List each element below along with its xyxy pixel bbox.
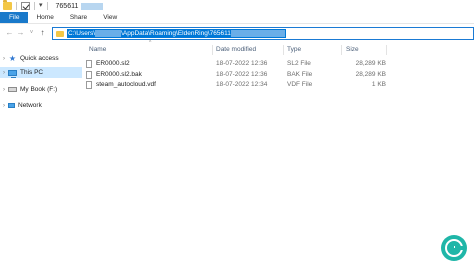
title-separator	[46, 2, 48, 10]
redacted-steam-id	[230, 30, 285, 37]
column-divider[interactable]	[283, 45, 284, 55]
watermark-logo	[441, 235, 467, 261]
file-icon	[86, 81, 92, 89]
sidebar-item-label: Quick access	[20, 55, 59, 62]
file-name: steam_autocloud.vdf	[96, 81, 156, 88]
column-header-date-modified[interactable]: Date modified	[216, 45, 256, 55]
ribbon-tabs: File Home Share View	[0, 12, 474, 24]
column-divider[interactable]	[212, 45, 213, 55]
file-date: 18-07-2022 12:36	[216, 71, 268, 78]
sidebar-item-quick-access[interactable]: › ★ Quick access	[0, 53, 82, 64]
file-date: 18-07-2022 12:36	[216, 60, 268, 67]
file-row[interactable]: ER0000.sl2.bak 18-07-2022 12:36 BAK File…	[86, 70, 386, 80]
sidebar-item-label: Network	[18, 102, 42, 109]
chevron-right-icon[interactable]: ›	[0, 87, 8, 93]
column-divider[interactable]	[341, 45, 342, 55]
address-bar[interactable]: C:\Users\ \AppData\Roaming\EldenRing\765…	[52, 27, 474, 40]
file-name: ER0000.sl2.bak	[96, 71, 142, 78]
network-icon	[8, 103, 15, 108]
up-arrow-icon[interactable]: ↑	[37, 26, 48, 40]
file-name: ER0000.sl2	[96, 60, 130, 67]
redacted-title	[81, 2, 104, 10]
forward-arrow-icon[interactable]: →	[15, 26, 26, 40]
properties-icon[interactable]	[21, 2, 30, 10]
file-row[interactable]: ER0000.sl2 18-07-2022 12:36 SL2 File 28,…	[86, 59, 386, 69]
navigation-pane: › ★ Quick access › This PC › My Book (F:…	[0, 44, 82, 266]
column-header-type[interactable]: Type	[287, 45, 301, 55]
file-type: VDF File	[287, 81, 313, 88]
title-bar: ▾ 765611	[0, 0, 474, 12]
window-title: 765611	[55, 2, 79, 10]
redacted-username	[95, 30, 122, 37]
sidebar-item-network[interactable]: › Network	[0, 100, 82, 111]
recent-locations-chevron-icon[interactable]: ˅	[26, 26, 37, 40]
chevron-right-icon[interactable]: ›	[0, 103, 8, 109]
file-date: 18-07-2022 12:34	[216, 81, 268, 88]
file-icon	[86, 71, 92, 79]
back-arrow-icon[interactable]: ←	[4, 26, 15, 40]
chevron-right-icon[interactable]: ›	[0, 70, 8, 76]
title-separator	[16, 2, 17, 10]
file-icon	[86, 60, 92, 68]
file-size: 28,289 KB	[355, 71, 386, 78]
tab-view[interactable]: View	[95, 12, 125, 23]
file-size: 28,289 KB	[355, 60, 386, 67]
computer-icon	[8, 69, 17, 78]
file-size: 1 KB	[371, 81, 386, 88]
sidebar-item-my-book[interactable]: › My Book (F:)	[0, 84, 82, 95]
chevron-right-icon[interactable]: ›	[0, 56, 8, 62]
drive-icon	[8, 87, 17, 92]
file-type: SL2 File	[287, 60, 311, 67]
file-row[interactable]: steam_autocloud.vdf 18-07-2022 12:34 VDF…	[86, 80, 386, 90]
tab-file[interactable]: File	[0, 12, 29, 23]
logo-g-icon	[445, 239, 463, 257]
address-path-selected[interactable]: C:\Users\ \AppData\Roaming\EldenRing\765…	[67, 29, 286, 38]
tab-share[interactable]: Share	[62, 12, 95, 23]
sidebar-item-label: My Book (F:)	[20, 86, 58, 93]
file-type: BAK File	[287, 71, 313, 78]
folder-icon	[3, 0, 12, 10]
column-header-name[interactable]: Name	[89, 45, 106, 55]
address-segment-drive: C:\Users\	[68, 30, 96, 37]
column-divider[interactable]	[386, 45, 387, 55]
address-segment-path: \AppData\Roaming\EldenRing\765611	[121, 30, 231, 37]
sort-ascending-icon: ^	[149, 40, 152, 46]
column-header-size[interactable]: Size	[346, 45, 359, 55]
sidebar-item-label: This PC	[20, 69, 44, 76]
star-icon: ★	[8, 54, 17, 63]
quick-access-toolbar-dropdown-icon[interactable]: ▾	[39, 2, 43, 10]
sidebar-item-this-pc[interactable]: › This PC	[0, 67, 82, 78]
folder-icon	[56, 30, 64, 37]
title-separator	[34, 2, 35, 10]
tab-home[interactable]: Home	[28, 12, 61, 23]
